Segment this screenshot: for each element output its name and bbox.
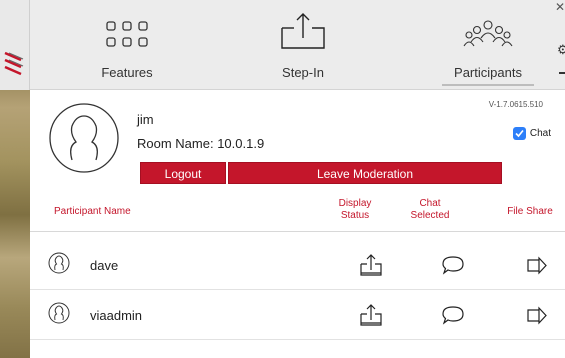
top-toolbar: Features Step-In Participants ✕ ⚙ bbox=[30, 0, 565, 90]
logout-button[interactable]: Logout bbox=[140, 162, 226, 184]
chat-bubble-icon[interactable] bbox=[440, 302, 466, 328]
participant-name: viaadmin bbox=[90, 308, 143, 323]
minimize-icon[interactable] bbox=[559, 72, 565, 74]
participant-avatar-icon bbox=[48, 302, 70, 324]
chat-bubble-icon[interactable] bbox=[440, 252, 466, 278]
version-label: V-1.7.0615.510 bbox=[488, 100, 543, 109]
display-status-icon[interactable] bbox=[358, 252, 384, 278]
user-avatar-icon bbox=[49, 103, 119, 173]
header-file-share: File Share bbox=[507, 206, 553, 217]
participants-table-header: Participant Name Display Status Chat Sel… bbox=[30, 190, 565, 232]
upload-tray-icon bbox=[281, 13, 325, 49]
features-button[interactable]: Features bbox=[82, 0, 172, 90]
display-status-icon[interactable] bbox=[358, 302, 384, 328]
grid-icon bbox=[106, 21, 148, 47]
header-display-status: Display Status bbox=[328, 198, 382, 222]
participant-name: dave bbox=[90, 258, 119, 273]
participants-tab[interactable]: Participants bbox=[438, 0, 538, 90]
chat-toggle-label: Chat bbox=[529, 128, 551, 139]
side-frame bbox=[0, 0, 30, 90]
header-chat-selected: Chat Selected bbox=[402, 198, 458, 222]
participant-avatar-icon bbox=[48, 252, 70, 274]
features-label: Features bbox=[101, 65, 153, 80]
active-tab-indicator bbox=[442, 84, 534, 86]
table-row: dave bbox=[30, 240, 565, 290]
leave-moderation-button[interactable]: Leave Moderation bbox=[228, 162, 502, 184]
participants-label: Participants bbox=[454, 65, 522, 80]
step-in-label: Step-In bbox=[282, 65, 324, 80]
header-participant-name: Participant Name bbox=[54, 206, 131, 217]
chat-checkbox[interactable] bbox=[512, 127, 526, 140]
brand-logo-icon bbox=[4, 51, 24, 76]
header-display-line1: Display bbox=[338, 198, 372, 209]
header-chat-line1: Chat bbox=[419, 198, 441, 209]
file-share-icon[interactable] bbox=[524, 252, 550, 278]
header-chat-line2: Selected bbox=[410, 210, 450, 221]
table-row: viaadmin bbox=[30, 290, 565, 340]
room-name: Room Name: 10.0.1.9 bbox=[137, 136, 265, 151]
step-in-button[interactable]: Step-In bbox=[258, 0, 348, 90]
participants-icon bbox=[463, 20, 513, 47]
current-user-name: jim bbox=[137, 112, 154, 127]
file-share-icon[interactable] bbox=[524, 302, 550, 328]
header-display-line2: Status bbox=[340, 210, 370, 221]
participants-panel: jim Room Name: 10.0.1.9 V-1.7.0615.510 C… bbox=[30, 90, 565, 358]
checkmark-icon bbox=[515, 129, 524, 138]
chat-toggle[interactable]: Chat bbox=[512, 127, 551, 140]
settings-icon[interactable]: ⚙ bbox=[557, 42, 565, 56]
close-icon[interactable]: ✕ bbox=[555, 0, 565, 14]
